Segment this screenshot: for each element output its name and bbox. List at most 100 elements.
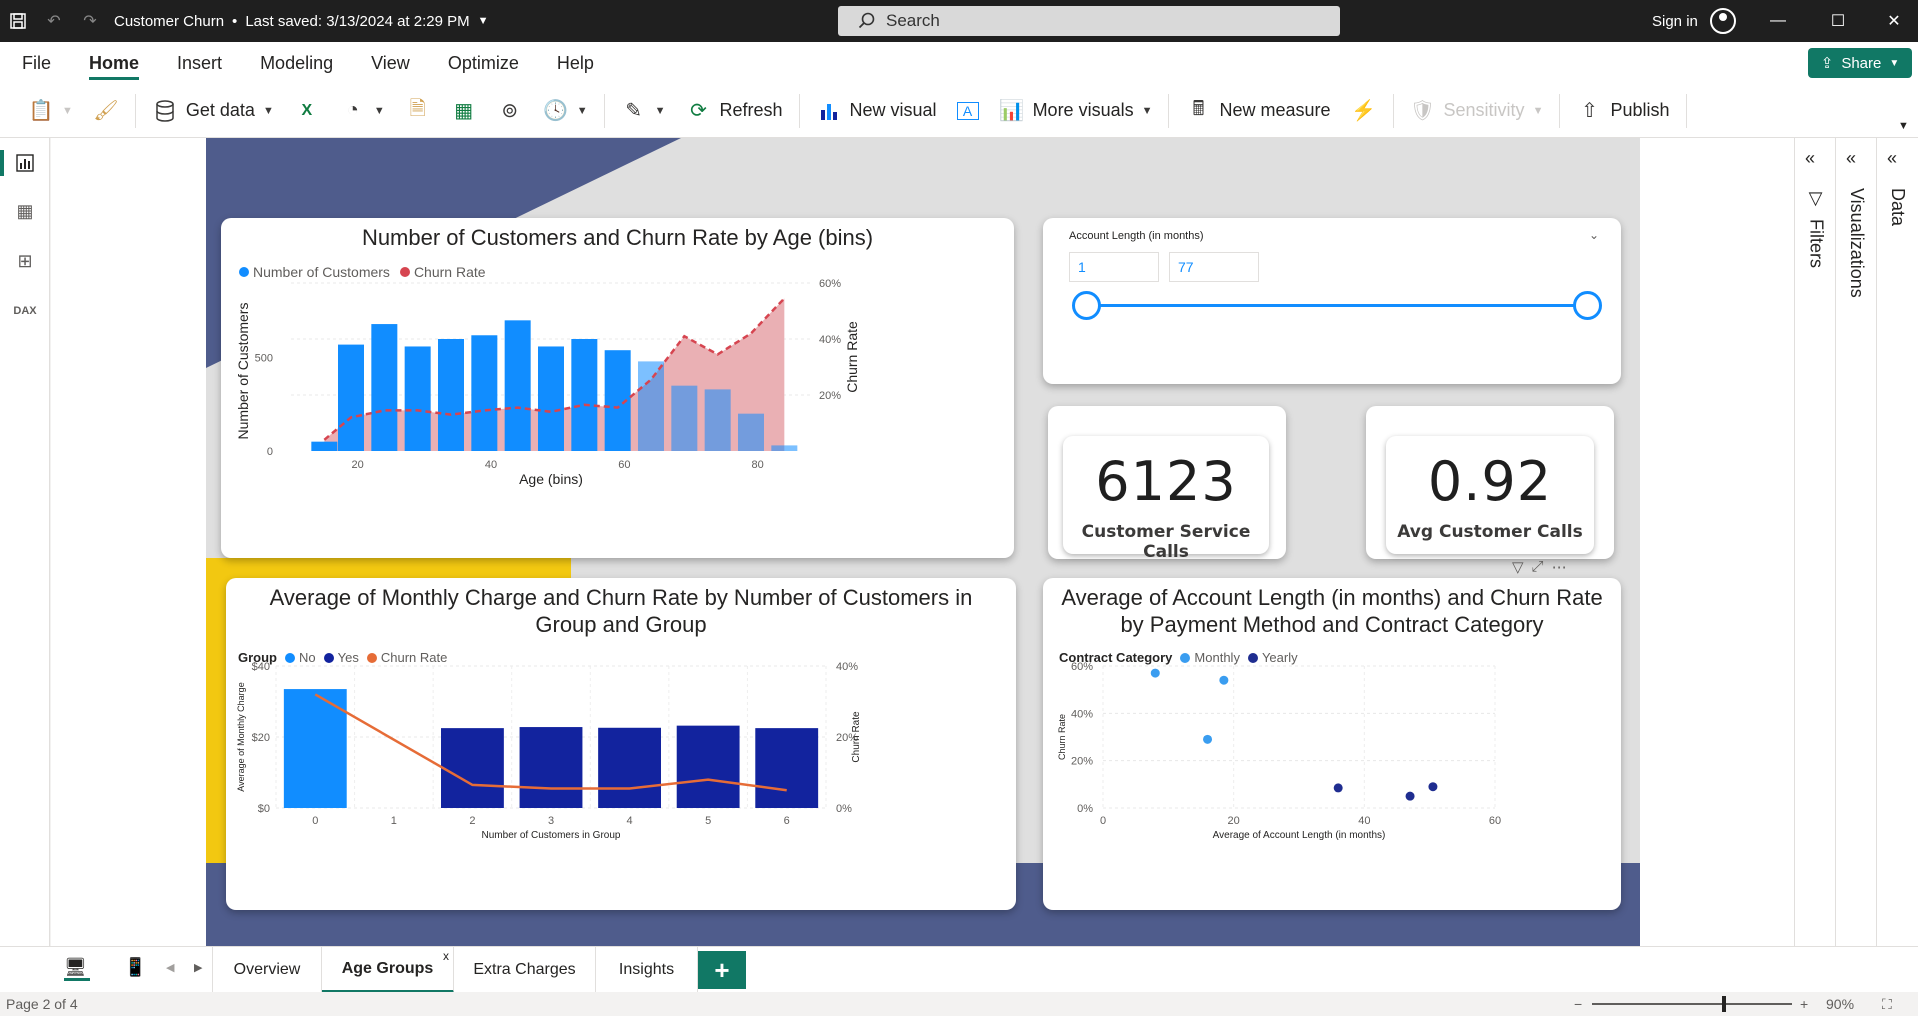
more-visuals-button[interactable]: 📊 More visuals ▼ bbox=[989, 91, 1163, 131]
maximize-icon[interactable]: ☐ bbox=[1810, 0, 1866, 42]
menu-insert[interactable]: Insert bbox=[158, 42, 241, 84]
expand-chevron-icon[interactable]: « bbox=[1887, 148, 1897, 169]
expand-chevron-icon[interactable]: « bbox=[1805, 148, 1815, 169]
filters-pane[interactable]: « ▽ Filters bbox=[1794, 138, 1835, 946]
model-view-icon[interactable]: ⊞ bbox=[12, 248, 38, 274]
monthly-charge-chart-card[interactable]: Average of Monthly Charge and Churn Rate… bbox=[226, 578, 1016, 910]
tab-extra-charges[interactable]: Extra Charges bbox=[454, 947, 596, 993]
filter-icon[interactable]: ▽ bbox=[1512, 558, 1524, 578]
next-page-icon[interactable]: ▶ bbox=[194, 961, 202, 974]
transform-button[interactable]: ✎ ▼ bbox=[611, 91, 676, 131]
mobile-layout-icon[interactable]: 📱 bbox=[124, 957, 146, 978]
format-painter-button[interactable]: 🖌 bbox=[83, 91, 129, 131]
enter-data-button[interactable]: ▦ bbox=[441, 91, 487, 131]
new-measure-button[interactable]: 🖩 New measure bbox=[1175, 91, 1340, 131]
more-options-icon[interactable]: ⋯ bbox=[1552, 558, 1567, 578]
chevron-down-icon[interactable]: ▼ bbox=[478, 15, 489, 27]
paste-button[interactable]: 📋 ▼ bbox=[18, 91, 83, 131]
new-visual-button[interactable]: New visual bbox=[806, 91, 947, 131]
dax-query-view-icon[interactable]: DAX bbox=[12, 298, 38, 324]
ribbon-separator bbox=[1392, 93, 1394, 128]
menu-optimize[interactable]: Optimize bbox=[429, 42, 538, 84]
zoom-out-icon[interactable]: − bbox=[1574, 996, 1582, 1012]
x-tick-label: 6 bbox=[784, 815, 790, 827]
tab-insights[interactable]: Insights bbox=[596, 947, 698, 993]
slicer-min-input[interactable]: 1 bbox=[1069, 252, 1159, 282]
customers-bar bbox=[338, 344, 364, 451]
slicer-max-input[interactable]: 77 bbox=[1169, 252, 1259, 282]
get-data-button[interactable]: Get data ▼ bbox=[142, 91, 284, 131]
tab-overview[interactable]: Overview bbox=[212, 947, 322, 993]
quick-measure-button[interactable]: ⚡ bbox=[1341, 91, 1387, 131]
y2-axis-title: Churn Rate bbox=[844, 321, 860, 393]
save-icon[interactable] bbox=[0, 0, 36, 42]
slicer-handle-high[interactable] bbox=[1573, 291, 1602, 320]
file-title[interactable]: Customer Churn • Last saved: 3/13/2024 a… bbox=[114, 13, 489, 30]
kpi-card-service-calls[interactable]: 6123 Customer Service Calls bbox=[1048, 406, 1286, 562]
close-tab-icon[interactable]: x bbox=[443, 949, 449, 963]
zoom-slider[interactable] bbox=[1592, 1003, 1792, 1005]
undo-icon[interactable]: ↶ bbox=[36, 0, 72, 42]
close-icon[interactable]: ✕ bbox=[1866, 0, 1918, 42]
filters-label: Filters bbox=[1806, 219, 1827, 268]
table-icon: ▦ bbox=[454, 100, 474, 122]
focus-mode-icon[interactable]: ⤢ bbox=[1532, 558, 1544, 578]
sql-button[interactable]: 🗎 bbox=[395, 91, 441, 131]
dataverse-button[interactable]: ⊚ bbox=[487, 91, 533, 131]
y2-tick-label: 20% bbox=[819, 390, 841, 402]
last-saved-text: Last saved: 3/13/2024 at 2:29 PM bbox=[245, 12, 470, 30]
excel-button[interactable]: X bbox=[284, 91, 330, 131]
minimize-icon[interactable]: ― bbox=[1750, 0, 1806, 42]
customers-bar bbox=[538, 346, 564, 451]
share-button[interactable]: ⇪ Share ▼ bbox=[1808, 48, 1912, 78]
account-length-scatter-card[interactable]: Average of Account Length (in months) an… bbox=[1043, 578, 1621, 910]
sensitivity-button[interactable]: 🛡 Sensitivity ▼ bbox=[1400, 91, 1554, 131]
get-data-label: Get data bbox=[185, 100, 255, 120]
chevron-down-icon[interactable]: ⌄ bbox=[1589, 228, 1599, 242]
redo-icon[interactable]: ↷ bbox=[72, 0, 108, 42]
data-hub-button[interactable]: ◔ ▼ bbox=[330, 91, 395, 131]
refresh-button[interactable]: ⟳ Refresh bbox=[676, 91, 793, 131]
data-pane[interactable]: « Data bbox=[1876, 138, 1917, 946]
visualizations-pane[interactable]: « Visualizations bbox=[1835, 138, 1876, 946]
y-tick-label: $20 bbox=[252, 732, 270, 744]
menu-help[interactable]: Help bbox=[538, 42, 613, 84]
zoom-handle[interactable] bbox=[1722, 996, 1726, 1012]
search-icon bbox=[858, 12, 875, 29]
collapse-ribbon-icon[interactable]: ▼ bbox=[1898, 120, 1909, 132]
menu-file[interactable]: File bbox=[0, 42, 70, 84]
menu-view[interactable]: View bbox=[352, 42, 429, 84]
age-churn-chart-card[interactable]: Number of Customers and Churn Rate by Ag… bbox=[221, 218, 1014, 558]
recent-sources-button[interactable]: 🕓 ▼ bbox=[533, 91, 598, 131]
desktop-layout-icon[interactable]: 🖥 bbox=[64, 957, 90, 981]
new-measure-label: New measure bbox=[1219, 100, 1331, 120]
more-visuals-label: More visuals bbox=[1032, 100, 1134, 120]
menu-home[interactable]: Home bbox=[70, 42, 158, 84]
x-tick-label: 3 bbox=[548, 815, 554, 827]
add-page-button[interactable]: + bbox=[698, 951, 746, 989]
menu-modeling[interactable]: Modeling bbox=[241, 42, 352, 84]
title-bar: ↶ ↷ Customer Churn • Last saved: 3/13/20… bbox=[0, 0, 1918, 42]
fit-to-page-icon[interactable]: ⛶ bbox=[1882, 996, 1892, 1013]
zoom-in-icon[interactable]: + bbox=[1800, 996, 1808, 1012]
slicer-handle-low[interactable] bbox=[1072, 291, 1101, 320]
expand-chevron-icon[interactable]: « bbox=[1846, 148, 1856, 169]
account-length-slicer[interactable]: Account Length (in months) ⌄ 1 77 bbox=[1043, 218, 1621, 384]
excel-icon: X bbox=[301, 101, 313, 119]
customers-bar bbox=[471, 335, 498, 451]
y-tick-label: 20% bbox=[1071, 756, 1093, 768]
search-input[interactable]: Search bbox=[838, 6, 1340, 36]
prev-page-icon[interactable]: ◀ bbox=[166, 961, 174, 974]
tab-age-groups[interactable]: Age Groups x bbox=[322, 947, 454, 993]
status-bar: Page 2 of 4 − + 90% ⛶ bbox=[0, 992, 1918, 1016]
publish-button[interactable]: ⇧ Publish bbox=[1566, 91, 1679, 131]
sign-in-button[interactable]: Sign in bbox=[1652, 0, 1736, 42]
table-view-icon[interactable]: ▦ bbox=[12, 198, 38, 224]
customers-bar bbox=[571, 339, 598, 451]
kpi-value: 6123 bbox=[1095, 450, 1237, 513]
text-box-button[interactable]: A bbox=[947, 91, 989, 131]
y2-tick-label: 40% bbox=[819, 334, 841, 346]
kpi-card-avg-calls[interactable]: 0.92 Avg Customer Calls bbox=[1366, 406, 1614, 559]
y2-tick-label: 0% bbox=[836, 803, 852, 815]
report-view-icon[interactable] bbox=[12, 150, 38, 176]
